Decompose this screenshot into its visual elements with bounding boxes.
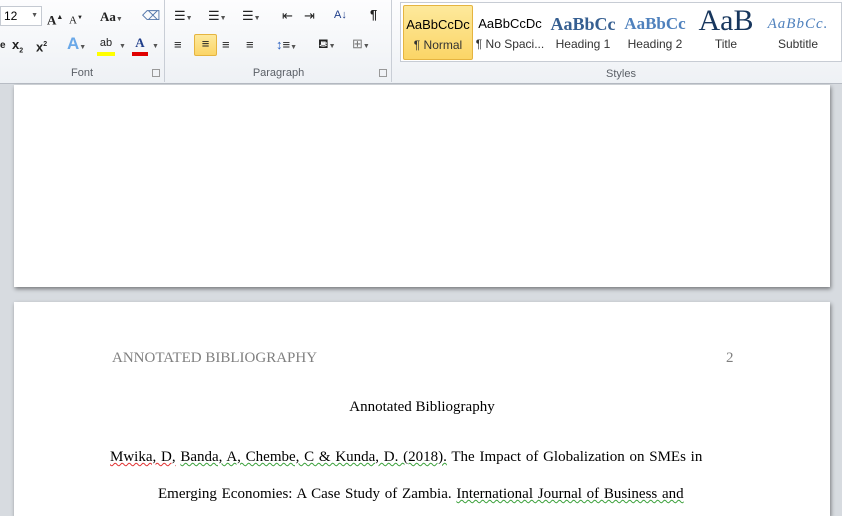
reference-line-2: Emerging Economies: A Case Study of Zamb… — [158, 486, 684, 502]
document-title: Annotated Bibliography — [349, 399, 495, 415]
highlight-dropdown[interactable]: ▼ — [119, 38, 126, 56]
style-normal[interactable]: AaBbCcDc ¶ Normal — [403, 5, 473, 60]
align-center-icon[interactable]: ≡ — [194, 34, 217, 56]
paragraph-group-label: Paragraph — [252, 67, 305, 79]
style-title[interactable]: AaB Title — [691, 5, 761, 60]
style-no-spacing[interactable]: AaBbCcDc ¶ No Spaci... — [475, 5, 545, 60]
line-spacing-icon[interactable]: ↕≡▼ — [276, 36, 297, 57]
align-right-icon[interactable]: ≡ — [222, 36, 230, 54]
reference-line-1: Mwika, D, Banda, A, Chembe, C & Kunda, D… — [110, 449, 703, 465]
sort-icon[interactable]: A↓ — [334, 6, 347, 24]
superscript-icon[interactable]: x2 — [36, 36, 47, 56]
grow-font-icon[interactable]: A▲ — [47, 8, 63, 29]
ribbon: 12 ▼ A▲ A▼ Aa▼ ⌫ e x2 x2 A▼ ab ▼ A ▼ Font… — [0, 0, 842, 84]
paragraph-dialog-launcher[interactable] — [379, 69, 387, 77]
justify-icon[interactable]: ≡ — [246, 36, 254, 54]
font-group-label: Font — [70, 67, 93, 79]
chevron-down-icon[interactable]: ▼ — [31, 12, 38, 19]
styles-group-label: Styles — [606, 68, 636, 80]
clear-formatting-icon[interactable]: ⌫ — [142, 7, 160, 25]
multilevel-list-icon[interactable]: ☰▼ — [242, 7, 261, 28]
running-header: ANNOTATED BIBLIOGRAPHY — [112, 350, 318, 366]
style-subtitle[interactable]: AaBbCc. Subtitle — [763, 5, 833, 60]
strikethrough-icon[interactable]: e — [0, 37, 6, 55]
highlight-icon[interactable]: ab — [97, 34, 115, 56]
page-1[interactable] — [14, 85, 830, 287]
page-number: 2 — [726, 350, 734, 366]
style-heading-1[interactable]: AaBbCc Heading 1 — [548, 5, 618, 60]
paragraph-group: ☰▼ ☰▼ ☰▼ ⇤ ⇥ A↓ ¶ ≡ ≡ ≡ ≡ ↕≡▼ ⛾▼ ⊞▼ Para… — [166, 0, 392, 82]
document-area[interactable]: ANNOTATED BIBLIOGRAPHY 2 Annotated Bibli… — [0, 85, 842, 516]
decrease-indent-icon[interactable]: ⇤ — [282, 7, 293, 25]
align-left-icon[interactable]: ≡ — [174, 36, 182, 54]
shading-icon[interactable]: ⛾▼ — [318, 35, 336, 56]
subscript-icon[interactable]: x2 — [12, 36, 23, 61]
font-size-field[interactable]: 12 ▼ — [0, 6, 42, 26]
font-color-icon[interactable]: A — [132, 34, 148, 56]
font-group: 12 ▼ A▲ A▼ Aa▼ ⌫ e x2 x2 A▼ ab ▼ A ▼ Font — [0, 0, 165, 82]
borders-icon[interactable]: ⊞▼ — [352, 35, 370, 56]
text-effects-icon[interactable]: A▼ — [67, 35, 86, 57]
increase-indent-icon[interactable]: ⇥ — [304, 7, 315, 25]
font-color-dropdown[interactable]: ▼ — [152, 38, 159, 56]
bullets-icon[interactable]: ☰▼ — [174, 7, 193, 28]
numbering-icon[interactable]: ☰▼ — [208, 7, 227, 28]
shrink-font-icon[interactable]: A▼ — [69, 9, 83, 30]
styles-gallery: AaBbCcDc ¶ Normal AaBbCcDc ¶ No Spaci... A… — [400, 2, 842, 62]
page-2[interactable]: ANNOTATED BIBLIOGRAPHY 2 Annotated Bibli… — [14, 302, 830, 516]
show-formatting-icon[interactable]: ¶ — [370, 6, 377, 24]
change-case-icon[interactable]: Aa▼ — [100, 8, 123, 28]
style-heading-2[interactable]: AaBbCc Heading 2 — [620, 5, 690, 60]
font-dialog-launcher[interactable] — [152, 69, 160, 77]
